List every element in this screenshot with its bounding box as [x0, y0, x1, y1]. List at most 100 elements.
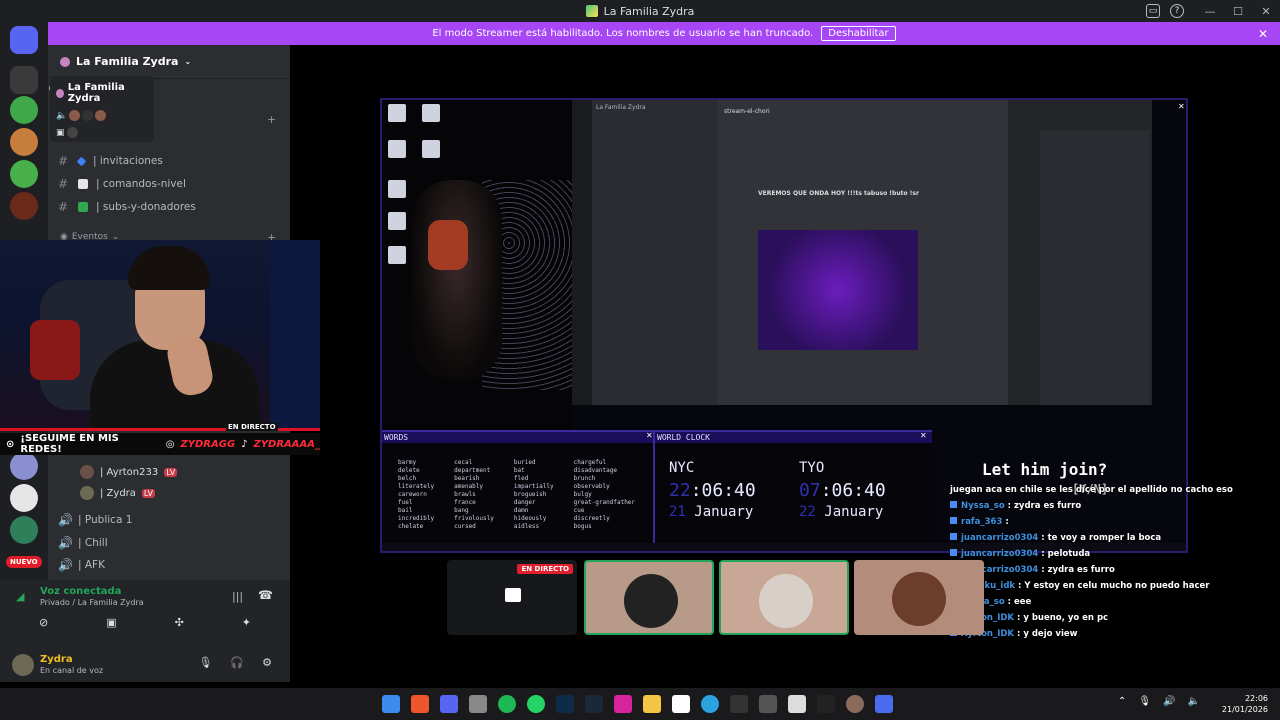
participant-tile[interactable] [719, 560, 849, 635]
participant-tile[interactable] [584, 560, 714, 635]
chevron-up-icon[interactable]: ⌃ [1118, 696, 1126, 707]
participant-tile[interactable] [854, 560, 984, 635]
background-light [270, 240, 320, 430]
telegram-icon[interactable] [701, 695, 719, 713]
social-bar: ⊙ ¡SEGUIME EN MIS REDES! ◎ ZYDRAGG ♪ ZYD… [0, 433, 320, 455]
word-item: incredibly [398, 515, 435, 522]
server-icon-green[interactable] [10, 516, 38, 544]
capcut-icon[interactable] [817, 695, 835, 713]
activities-icon[interactable]: ✣ [175, 616, 184, 636]
tiktok-handle: ZYDRAAAA_ [253, 438, 320, 450]
channel-subs-y-donadores[interactable]: # | subs-y-donadores [58, 197, 196, 217]
minsec-tyo: :06:40 [820, 480, 886, 501]
server-header[interactable]: La Familia Zydra ⌄ [48, 45, 290, 79]
obs-icon[interactable] [759, 695, 777, 713]
discord-icon[interactable] [440, 695, 458, 713]
maximize-button[interactable]: ☐ [1224, 0, 1252, 22]
gaming-chair-accent [30, 320, 80, 380]
close-window-button[interactable]: ✕ [1252, 0, 1280, 22]
notion-icon[interactable] [672, 695, 690, 713]
app-icon[interactable] [730, 695, 748, 713]
voice-user-zydra[interactable]: | Zydra LV [80, 484, 155, 502]
microphone-icon[interactable]: 🎙 [198, 656, 212, 669]
chat-username[interactable]: juancarrizo0304 [961, 549, 1038, 559]
photoshop-icon[interactable] [556, 695, 574, 713]
minsec-nyc: :06:40 [690, 480, 756, 501]
chat-username[interactable]: juancarrizo0304 [961, 533, 1038, 543]
word-item: amenably [454, 483, 484, 490]
document-icon [78, 179, 88, 189]
word-item: bang [454, 507, 469, 514]
voice-location[interactable]: Privado / La Familia Zydra [40, 598, 144, 607]
disconnect-icon[interactable]: ☎ [258, 588, 273, 602]
inbox-icon[interactable]: ▭ [1146, 4, 1160, 18]
instagram-icon[interactable] [614, 695, 632, 713]
instagram-handle: ZYDRAGG [180, 438, 236, 450]
minimize-button[interactable]: — [1196, 0, 1224, 22]
chat-username[interactable]: Nyssa_so [961, 501, 1005, 511]
steam-icon[interactable] [585, 695, 603, 713]
date-tyo: 22 January [799, 504, 883, 520]
word-item: cecal [454, 459, 473, 466]
screen-share-icon: ▣ [56, 127, 65, 138]
folder-icon[interactable] [643, 695, 661, 713]
soundboard-icon[interactable]: ✦ [242, 616, 251, 636]
sound-icon[interactable]: 🔈 [1188, 696, 1200, 707]
server-icon-frog[interactable] [10, 96, 38, 124]
close-icon[interactable]: ✕ [646, 431, 653, 440]
words-columns: barmy delete belch literately careworn fuel ba… [382, 443, 653, 531]
whatsapp-icon[interactable] [527, 695, 545, 713]
spotify-icon[interactable] [498, 695, 516, 713]
new-badge: NUEVO [6, 556, 42, 568]
avatar [69, 110, 81, 121]
server-icon-dark[interactable] [10, 192, 38, 220]
close-icon[interactable]: ✕ [920, 431, 927, 440]
channel-label: | subs-y-donadores [96, 201, 196, 213]
words-column: chargeful disadvantage brunch observably bul… [574, 459, 635, 531]
brave-icon[interactable] [411, 695, 429, 713]
disable-streamer-button[interactable]: Deshabilitar [821, 26, 896, 41]
voice-user-ayrton[interactable]: | Ayrton233 LV [80, 463, 178, 481]
noise-suppression-icon[interactable]: ||| [232, 590, 243, 603]
settings-gear-icon[interactable]: ⚙ [262, 656, 272, 669]
server-icon-pepe[interactable] [10, 160, 38, 188]
headphones-icon[interactable]: 🎧 [230, 656, 244, 669]
voice-user-name: | Ayrton233 [100, 466, 159, 478]
server-icon-swirl[interactable] [10, 452, 38, 480]
volume-icon[interactable]: 🔊 [1163, 696, 1175, 707]
windows-start-icon[interactable] [382, 695, 400, 713]
close-icon[interactable]: ✕ [1178, 102, 1185, 111]
twitch-icon [950, 517, 957, 524]
chat-username[interactable]: rafa_363 [961, 517, 1002, 527]
profile-icon[interactable] [846, 695, 864, 713]
channel-invitaciones[interactable]: # | invitaciones [58, 151, 163, 171]
server-icon-person[interactable] [10, 128, 38, 156]
app-icon[interactable] [469, 695, 487, 713]
server-icon-woob[interactable] [10, 484, 38, 512]
voice-channel-afk[interactable]: 🔊 | AFK [58, 555, 105, 575]
discord-home-icon[interactable] [10, 26, 38, 54]
notepad-icon[interactable] [788, 695, 806, 713]
stream-icon [505, 588, 521, 602]
avatar[interactable] [12, 654, 34, 676]
channel-comandos-nivel[interactable]: # | comandos-nivel [58, 174, 186, 194]
folder-icon[interactable] [10, 66, 38, 94]
add-channel-icon[interactable]: + [267, 113, 276, 126]
app-icon[interactable] [875, 695, 893, 713]
taskbar-clock[interactable]: 22:06 21/01/2026 [1222, 693, 1268, 715]
word-item: department [454, 467, 491, 474]
chat-text: juegan aca en chile se les dice por el a… [950, 485, 1233, 495]
banner-close-icon[interactable]: ✕ [1258, 27, 1268, 41]
screen-share-icon[interactable]: ▣ [106, 616, 116, 636]
streamer-hair [128, 246, 210, 290]
word-item: impartially [513, 483, 554, 490]
follow-text: ¡SEGUIME EN MIS REDES! [20, 433, 119, 455]
camera-off-icon[interactable]: ⊘ [39, 616, 48, 636]
microphone-icon[interactable]: 🎙 [1138, 696, 1151, 707]
participant-stream-tile[interactable]: EN DIRECTO [447, 560, 577, 635]
word-item: observably [573, 483, 610, 490]
avatar [95, 110, 107, 121]
help-icon[interactable]: ? [1170, 4, 1184, 18]
voice-channel-chill[interactable]: 🔊 | Chill [58, 533, 108, 553]
voice-channel-publica-1[interactable]: 🔊 | Publica 1 [58, 510, 132, 530]
